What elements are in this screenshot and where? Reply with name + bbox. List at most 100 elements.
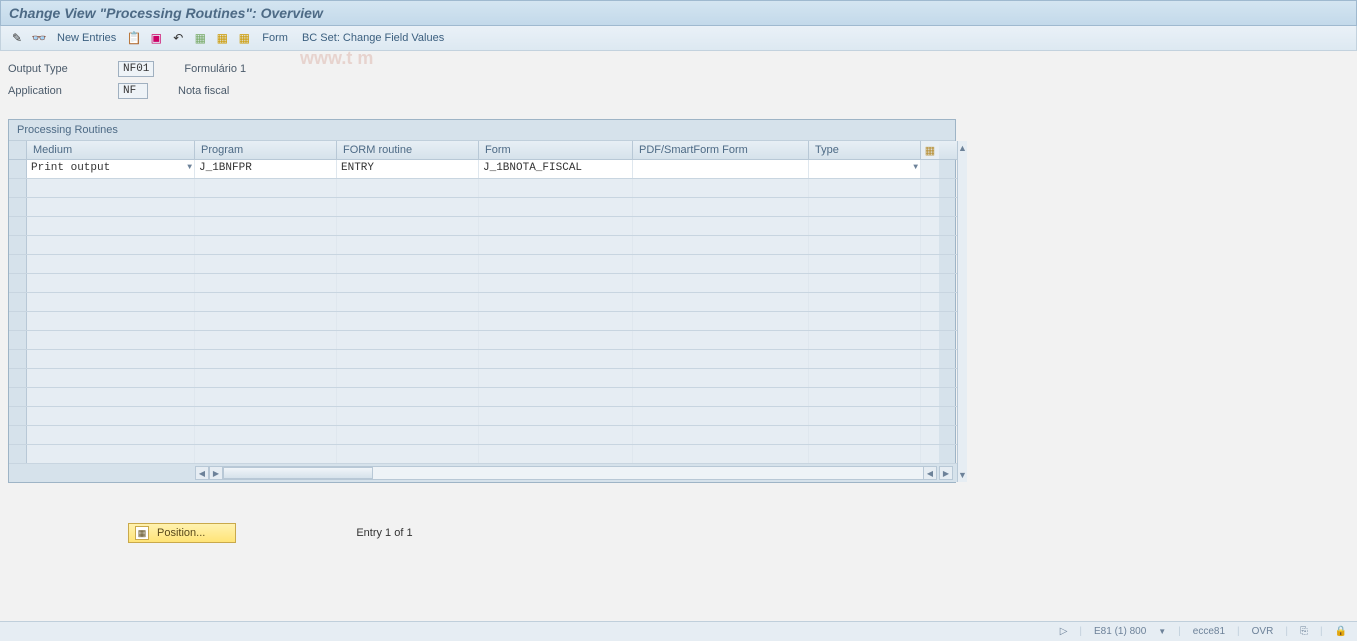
table-row-empty[interactable] <box>9 350 957 369</box>
cell-empty[interactable] <box>337 388 479 406</box>
cell-empty[interactable] <box>195 217 337 235</box>
vscroll-down-icon[interactable]: ▼ <box>958 470 967 480</box>
cell-empty[interactable] <box>479 312 633 330</box>
cell-empty[interactable] <box>27 312 195 330</box>
col-program[interactable]: Program <box>195 141 337 159</box>
cell-empty[interactable] <box>479 236 633 254</box>
cell-empty[interactable] <box>195 407 337 425</box>
row-selector[interactable] <box>9 312 27 330</box>
col-form-routine[interactable]: FORM routine <box>337 141 479 159</box>
hscroll-thumb[interactable] <box>223 467 373 479</box>
row-header-corner[interactable] <box>9 141 27 159</box>
vscroll-up-icon[interactable]: ▲ <box>958 143 967 153</box>
cell-empty[interactable] <box>633 217 809 235</box>
cell-empty[interactable] <box>27 350 195 368</box>
new-entries-button[interactable]: New Entries <box>53 32 120 44</box>
row-selector[interactable] <box>9 369 27 387</box>
col-pdf[interactable]: PDF/SmartForm Form <box>633 141 809 159</box>
table-row-empty[interactable] <box>9 369 957 388</box>
toggle-display-icon[interactable]: ✎ <box>9 30 25 46</box>
cell-empty[interactable] <box>633 350 809 368</box>
select-all-icon[interactable]: ▦ <box>192 30 208 46</box>
cell-empty[interactable] <box>809 236 921 254</box>
status-triangle-icon[interactable]: ▷ <box>1060 626 1068 637</box>
cell-empty[interactable] <box>337 274 479 292</box>
cell-empty[interactable] <box>809 274 921 292</box>
row-selector[interactable] <box>9 445 27 463</box>
position-button[interactable]: ▦ Position... <box>128 523 236 543</box>
row-selector[interactable] <box>9 179 27 197</box>
table-row-empty[interactable] <box>9 198 957 217</box>
cell-empty[interactable] <box>195 426 337 444</box>
cell-empty[interactable] <box>27 274 195 292</box>
hscroll-left2-icon[interactable]: ◀ <box>923 466 937 480</box>
cell-empty[interactable] <box>337 236 479 254</box>
cell-empty[interactable] <box>479 331 633 349</box>
cell-empty[interactable] <box>27 445 195 463</box>
application-value[interactable]: NF <box>118 83 148 99</box>
cell-empty[interactable] <box>27 179 195 197</box>
cell-empty[interactable] <box>809 331 921 349</box>
table-row-empty[interactable] <box>9 331 957 350</box>
cell-type[interactable]: ▼ <box>809 160 921 178</box>
cell-empty[interactable] <box>479 445 633 463</box>
row-selector[interactable] <box>9 236 27 254</box>
cell-pdf[interactable] <box>633 160 809 178</box>
table-row-empty[interactable] <box>9 312 957 331</box>
layout-icon[interactable]: ⎘ <box>1300 626 1308 637</box>
deselect-icon[interactable]: ▦ <box>236 30 252 46</box>
cell-empty[interactable] <box>479 350 633 368</box>
hscroll-right2-icon[interactable]: ▶ <box>939 466 953 480</box>
delete-icon[interactable]: ▣ <box>148 30 164 46</box>
cell-empty[interactable] <box>633 407 809 425</box>
cell-empty[interactable] <box>27 407 195 425</box>
cell-empty[interactable] <box>809 350 921 368</box>
cell-empty[interactable] <box>195 255 337 273</box>
output-type-value[interactable]: NF01 <box>118 61 154 77</box>
cell-empty[interactable] <box>195 388 337 406</box>
dropdown-icon[interactable]: ▼ <box>913 163 918 172</box>
cell-empty[interactable] <box>27 198 195 216</box>
cell-empty[interactable] <box>195 445 337 463</box>
cell-empty[interactable] <box>337 198 479 216</box>
table-row-empty[interactable] <box>9 426 957 445</box>
cell-empty[interactable] <box>337 407 479 425</box>
cell-empty[interactable] <box>809 426 921 444</box>
cell-form[interactable]: J_1BNOTA_FISCAL <box>479 160 633 178</box>
cell-empty[interactable] <box>633 312 809 330</box>
cell-empty[interactable] <box>479 198 633 216</box>
cell-empty[interactable] <box>479 179 633 197</box>
undo-icon[interactable]: ↶ <box>170 30 186 46</box>
cell-empty[interactable] <box>27 331 195 349</box>
cell-empty[interactable] <box>337 426 479 444</box>
cell-empty[interactable] <box>195 274 337 292</box>
cell-empty[interactable] <box>337 255 479 273</box>
cell-empty[interactable] <box>27 426 195 444</box>
cell-empty[interactable] <box>809 255 921 273</box>
bcset-button[interactable]: BC Set: Change Field Values <box>298 32 448 44</box>
cell-empty[interactable] <box>479 255 633 273</box>
dropdown-icon[interactable]: ▼ <box>1158 627 1166 636</box>
hscroll-right-icon[interactable]: ▶ <box>209 466 223 480</box>
cell-empty[interactable] <box>195 350 337 368</box>
cell-empty[interactable] <box>809 293 921 311</box>
cell-empty[interactable] <box>195 369 337 387</box>
cell-empty[interactable] <box>195 179 337 197</box>
table-row-empty[interactable] <box>9 217 957 236</box>
cell-empty[interactable] <box>337 293 479 311</box>
copy-icon[interactable]: 📋 <box>126 30 142 46</box>
cell-empty[interactable] <box>479 369 633 387</box>
cell-empty[interactable] <box>479 217 633 235</box>
row-selector[interactable] <box>9 274 27 292</box>
cell-empty[interactable] <box>479 388 633 406</box>
row-selector[interactable] <box>9 350 27 368</box>
cell-empty[interactable] <box>809 407 921 425</box>
cell-program[interactable]: J_1BNFPR <box>195 160 337 178</box>
cell-empty[interactable] <box>337 445 479 463</box>
cell-empty[interactable] <box>633 426 809 444</box>
cell-empty[interactable] <box>337 312 479 330</box>
cell-empty[interactable] <box>809 198 921 216</box>
cell-empty[interactable] <box>195 331 337 349</box>
row-selector[interactable] <box>9 198 27 216</box>
cell-empty[interactable] <box>633 293 809 311</box>
